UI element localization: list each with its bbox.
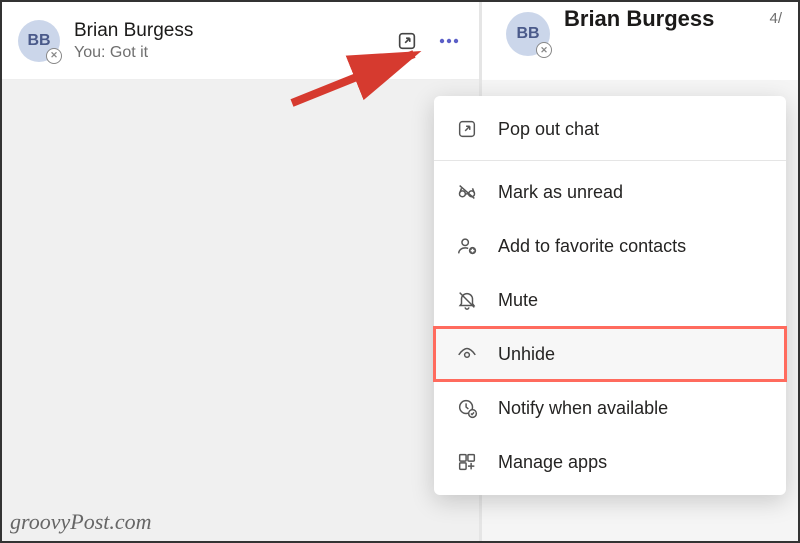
avatar-initials: BB	[27, 32, 50, 50]
menu-divider	[434, 160, 786, 161]
avatar-initials: BB	[516, 25, 539, 43]
presence-offline-icon: ✕	[46, 48, 62, 64]
pop-out-button[interactable]	[393, 27, 421, 55]
more-options-button[interactable]	[435, 27, 463, 55]
presence-offline-icon: ✕	[536, 42, 552, 58]
person-add-icon	[456, 235, 478, 257]
chat-list-item[interactable]: BB ✕ Brian Burgess You: Got it	[2, 2, 479, 80]
conversation-title: Brian Burgess	[564, 6, 714, 32]
glasses-off-icon	[456, 181, 478, 203]
menu-mark-as-unread[interactable]: Mark as unread	[434, 165, 786, 219]
chat-context-menu: Pop out chat Mark as unread Add to favor…	[434, 96, 786, 495]
menu-mute[interactable]: Mute	[434, 273, 786, 327]
chat-name: Brian Burgess	[74, 20, 393, 42]
bell-off-icon	[456, 289, 478, 311]
clock-check-icon	[456, 397, 478, 419]
chat-list: BB ✕ Brian Burgess You: Got it	[2, 2, 479, 541]
chat-text: Brian Burgess You: Got it	[74, 20, 393, 62]
menu-label: Pop out chat	[498, 119, 599, 140]
eye-icon	[456, 343, 478, 365]
avatar: BB ✕	[506, 12, 550, 56]
apps-icon	[456, 451, 478, 473]
menu-label: Mute	[498, 290, 538, 311]
menu-unhide[interactable]: Unhide	[434, 327, 786, 381]
avatar: BB ✕	[18, 20, 60, 62]
conversation-header: BB ✕ Brian Burgess 4/	[479, 2, 798, 80]
menu-manage-apps[interactable]: Manage apps	[434, 435, 786, 489]
menu-label: Unhide	[498, 344, 555, 365]
chat-item-actions	[393, 27, 463, 55]
conversation-date: 4/	[769, 10, 782, 27]
menu-label: Manage apps	[498, 452, 607, 473]
watermark: groovyPost.com	[10, 509, 152, 535]
menu-pop-out-chat[interactable]: Pop out chat	[434, 102, 786, 156]
menu-label: Notify when available	[498, 398, 668, 419]
menu-notify-when-available[interactable]: Notify when available	[434, 381, 786, 435]
menu-label: Mark as unread	[498, 182, 623, 203]
chat-preview: You: Got it	[74, 44, 393, 62]
menu-label: Add to favorite contacts	[498, 236, 686, 257]
pop-out-icon	[456, 118, 478, 140]
menu-add-favorite-contacts[interactable]: Add to favorite contacts	[434, 219, 786, 273]
